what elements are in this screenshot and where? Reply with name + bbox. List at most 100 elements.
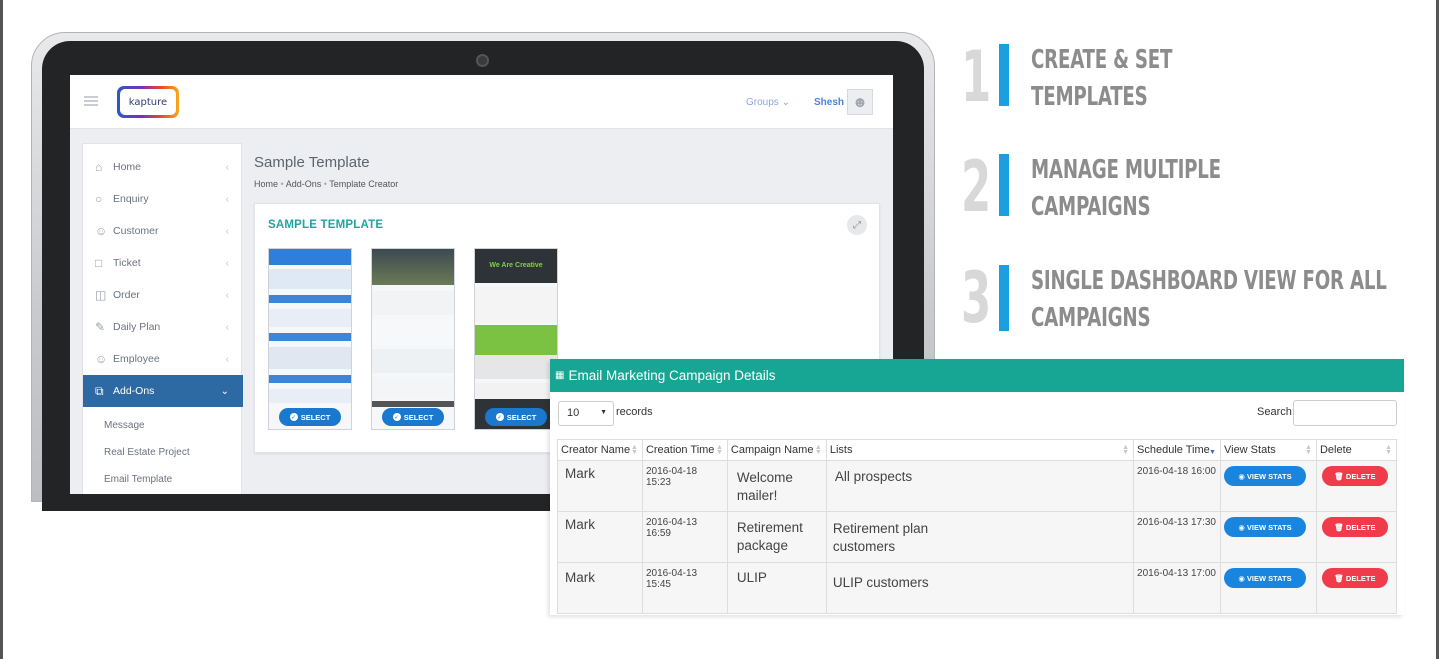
employee-icon: ☺ <box>95 352 108 366</box>
delete-button[interactable]: 🗑 DELETE <box>1321 466 1388 486</box>
col-creation-time[interactable]: Creation Time ▲ ▼ <box>641 439 728 461</box>
sidebar-item-employee[interactable]: ☺ Employee ‹ <box>83 343 243 375</box>
table-icon: ▦ <box>555 370 565 381</box>
template-thumb-1[interactable]: ✓ SELECT <box>268 248 352 430</box>
column-label: Delete <box>1319 444 1352 456</box>
breadcrumb-template-creator: Template Creator <box>329 179 399 189</box>
column-label: Lists <box>829 444 853 456</box>
table-row: Mark 2016-04-13 15:45 ULIP ULIP customer… <box>557 562 1398 614</box>
thumb-heading: We Are Creative <box>475 249 557 283</box>
select-label: SELECT <box>300 412 331 422</box>
cell-creation-time: 2016-04-13 16:59 <box>641 511 728 563</box>
cell-campaign-name: Welcome mailer! <box>726 460 827 512</box>
select-label: SELECT <box>403 412 434 422</box>
feature-line: TEMPLATES <box>1031 82 1148 112</box>
sidebar-item-ticket[interactable]: □ Ticket ‹ <box>83 247 243 279</box>
add-ons-icon: ⧉ <box>95 383 104 398</box>
column-label: Creation Time <box>645 444 715 456</box>
sidebar-item-daily-plan[interactable]: ✎ Daily Plan ‹ <box>83 311 243 343</box>
template-thumb-2[interactable]: ✓ SELECT <box>371 248 455 430</box>
col-schedule-time[interactable]: Schedule Time ▼ <box>1133 439 1221 461</box>
sidebar-item-label: Enquiry <box>113 193 149 205</box>
records-per-page-select[interactable]: 10 ▼ <box>558 401 614 426</box>
select-button[interactable]: ✓ SELECT <box>485 408 547 426</box>
template-thumb-3[interactable]: We Are Creative ✓ SELECT <box>474 248 558 430</box>
kapture-logo[interactable]: kapture <box>117 86 179 118</box>
sidebar-item-label: Employee <box>113 353 160 365</box>
sidebar-item-label: Ticket <box>113 257 141 269</box>
campaign-line: Retirement <box>736 520 803 535</box>
campaign-line: mailer! <box>736 488 778 503</box>
col-campaign-name[interactable]: Campaign Name ▲ ▼ <box>726 439 827 461</box>
sort-icon: ▲ ▼ <box>1385 444 1392 456</box>
feature-line: CAMPAIGNS <box>1031 192 1151 222</box>
delete-button[interactable]: 🗑 DELETE <box>1321 517 1388 537</box>
expand-icon[interactable]: ⤢ <box>847 215 867 235</box>
cell-delete: 🗑 DELETE <box>1315 562 1398 614</box>
view-stats-button[interactable]: ◉ VIEW STATS <box>1223 517 1306 537</box>
breadcrumb-home[interactable]: Home <box>254 179 278 189</box>
select-button[interactable]: ✓ SELECT <box>382 408 444 426</box>
order-icon: ◫ <box>95 288 107 302</box>
cell-view-stats: ◉ VIEW STATS <box>1219 562 1317 614</box>
groups-menu[interactable]: Groups ⌄ <box>746 97 790 108</box>
sidebar-item-label: Add-Ons <box>113 385 155 397</box>
user-icon: ☻ <box>852 93 868 111</box>
sidebar-item-home[interactable]: ⌂ Home ‹ <box>83 151 243 183</box>
sidebar-item-customer[interactable]: ☺ Customer ‹ <box>83 215 243 247</box>
chevron-down-icon: ⌄ <box>220 385 229 397</box>
sidebar-item-label: Customer <box>113 225 159 237</box>
check-icon: ✓ <box>495 413 504 421</box>
sidebar-item-order[interactable]: ◫ Order ‹ <box>83 279 243 311</box>
col-creator-name[interactable]: Creator Name ▲ ▼ <box>557 439 643 461</box>
avatar[interactable]: ☻ <box>847 89 873 115</box>
cell-delete: 🗑 DELETE <box>1315 511 1398 563</box>
view-stats-button[interactable]: ◉ VIEW STATS <box>1223 568 1306 588</box>
sub-item-real-estate-project[interactable]: Real Estate Project <box>104 447 190 458</box>
column-label: Creator Name <box>561 444 631 456</box>
col-lists[interactable]: Lists ▲ ▼ <box>825 439 1135 461</box>
check-icon: ✓ <box>392 413 401 421</box>
cell-schedule-time: 2016-04-13 17:30 <box>1133 511 1221 563</box>
search-label: Search: <box>1257 406 1295 418</box>
panel-title: Email Marketing Campaign Details <box>568 368 776 383</box>
enquiry-icon: ○ <box>95 192 103 206</box>
col-view-stats[interactable]: View Stats ▲ ▼ <box>1219 439 1317 461</box>
sidebar-item-add-ons[interactable]: ⧉ Add-Ons ⌄ <box>83 375 243 407</box>
feature-text: MANAGE MULTIPLE CAMPAIGNS <box>1031 152 1221 226</box>
list-line: customers <box>832 539 896 554</box>
ticket-icon: □ <box>95 256 103 270</box>
feature-line: MANAGE MULTIPLE <box>1031 155 1221 185</box>
dropdown-arrow-icon: ▼ <box>600 409 607 416</box>
sub-item-message[interactable]: Message <box>104 420 145 431</box>
camera-icon <box>478 56 487 65</box>
column-label: View Stats <box>1223 444 1276 456</box>
breadcrumb-add-ons[interactable]: Add-Ons <box>286 179 322 189</box>
records-label: records <box>616 406 653 418</box>
button-label: DELETE <box>1345 522 1376 532</box>
chevron-down-icon: ⌄ <box>781 97 790 108</box>
feature-line: CREATE & SET <box>1031 45 1173 75</box>
check-icon: ✓ <box>289 413 298 421</box>
select-button[interactable]: ✓ SELECT <box>279 408 341 426</box>
feature-line: SINGLE DASHBOARD VIEW FOR ALL <box>1031 266 1387 296</box>
list-line: Retirement plan <box>832 521 929 536</box>
email-campaign-panel: ▦ Email Marketing Campaign Details 10 ▼ r… <box>550 359 1404 615</box>
sort-icon: ▲ ▼ <box>1305 444 1312 456</box>
eye-icon: ◉ <box>1238 522 1245 532</box>
user-name[interactable]: Shesh <box>814 97 844 108</box>
menu-icon[interactable] <box>84 96 98 106</box>
sidebar-item-enquiry[interactable]: ○ Enquiry ‹ <box>83 183 243 215</box>
search-input[interactable] <box>1293 400 1397 426</box>
col-delete[interactable]: Delete ▲ ▼ <box>1315 439 1398 461</box>
sort-icon: ▲ ▼ <box>715 444 723 456</box>
view-stats-button[interactable]: ◉ VIEW STATS <box>1223 466 1306 486</box>
feature-number: 3 <box>961 257 991 339</box>
sidebar-item-label: Home <box>113 161 142 173</box>
page-frame: kapture Groups ⌄ Shesh ☻ ⌂ Home ‹ ○ Enquiry… <box>0 0 1439 659</box>
delete-button[interactable]: 🗑 DELETE <box>1321 568 1388 588</box>
campaign-line: package <box>736 538 788 553</box>
cell-creation-time: 2016-04-13 15:45 <box>641 562 728 614</box>
sub-item-email-template[interactable]: Email Template <box>104 474 172 485</box>
cell-schedule-time: 2016-04-18 16:00 <box>1133 460 1221 512</box>
